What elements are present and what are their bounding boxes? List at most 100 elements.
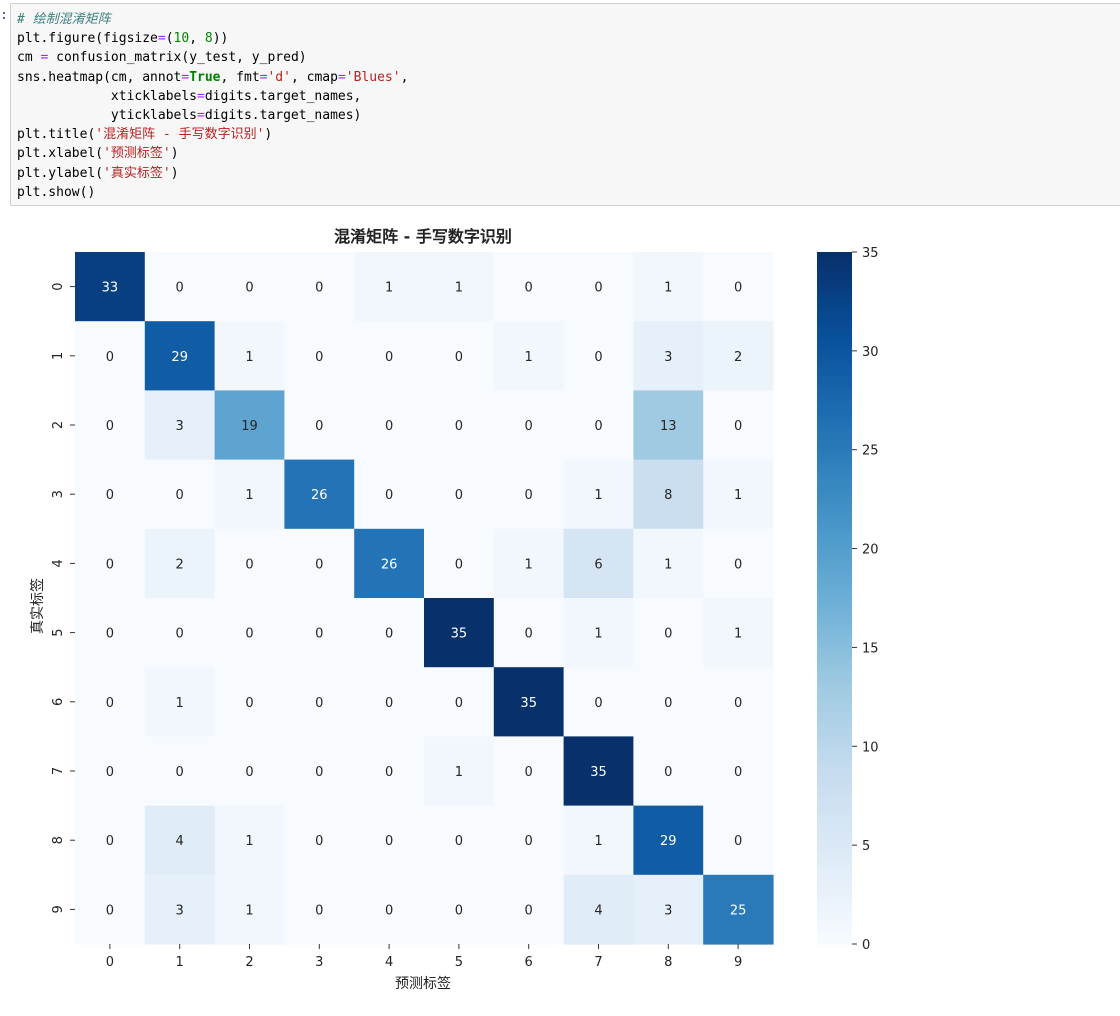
code-token: plt.ylabel( bbox=[17, 165, 104, 181]
colorbar-segment bbox=[817, 306, 852, 312]
colorbar-segment bbox=[817, 538, 852, 545]
colorbar-segment bbox=[817, 741, 852, 747]
code-token: '混淆矩阵 - 手写数字识别' bbox=[95, 127, 265, 143]
colorbar-segment bbox=[817, 622, 852, 629]
cell-annotation: 0 bbox=[594, 696, 602, 711]
cell-annotation: 0 bbox=[664, 765, 672, 780]
x-tick-label: 5 bbox=[455, 955, 463, 970]
code-token: ) bbox=[264, 127, 273, 143]
code-token: # 绘制混淆矩阵 bbox=[17, 12, 111, 27]
colorbar-segment bbox=[817, 415, 852, 421]
colorbar-segment bbox=[817, 820, 852, 826]
colorbar-segment bbox=[817, 543, 852, 550]
colorbar-segment bbox=[817, 326, 852, 332]
y-tick-label: 4 bbox=[51, 559, 66, 567]
cell-annotation: 0 bbox=[734, 281, 742, 296]
colorbar-segment bbox=[817, 509, 852, 515]
colorbar-segment bbox=[817, 385, 852, 391]
cell-annotation: 26 bbox=[381, 557, 398, 572]
code-token: , bbox=[189, 31, 205, 47]
code-line: plt.ylabel('真实标签') bbox=[17, 164, 408, 183]
code-token: , bbox=[400, 69, 409, 85]
colorbar-segment bbox=[817, 780, 852, 787]
code-token: , fmt bbox=[220, 69, 260, 85]
cell-annotation: 0 bbox=[525, 627, 533, 642]
code-token: plt.show() bbox=[17, 184, 96, 200]
colorbar-segment bbox=[817, 810, 852, 817]
colorbar-segment bbox=[817, 400, 852, 406]
colorbar-tick-label: 20 bbox=[862, 543, 879, 558]
colorbar-segment bbox=[817, 464, 852, 471]
cell-annotation: 0 bbox=[664, 696, 672, 711]
colorbar-segment bbox=[817, 504, 852, 510]
code-line: plt.xlabel('预测标签') bbox=[17, 144, 408, 163]
code-token: , cmap bbox=[290, 69, 338, 85]
colorbar-segment bbox=[817, 701, 852, 708]
cell-annotation: 29 bbox=[660, 834, 677, 849]
cell-annotation: 6 bbox=[594, 557, 602, 572]
cell-annotation: 1 bbox=[594, 488, 602, 503]
colorbar-segment bbox=[817, 370, 852, 377]
cell-annotation: 0 bbox=[315, 557, 323, 572]
code-editor[interactable]: # 绘制混淆矩阵 plt.figure(figsize=(10, 8)) cm = … bbox=[17, 10, 408, 202]
cell-annotation: 0 bbox=[385, 903, 393, 918]
colorbar-segment bbox=[817, 652, 852, 658]
code-cell-input[interactable]: # 绘制混淆矩阵 plt.figure(figsize=(10, 8)) cm = … bbox=[10, 3, 1120, 206]
cell-annotation: 0 bbox=[106, 350, 114, 365]
x-tick-label: 6 bbox=[525, 955, 533, 970]
y-axis-label: 真实标签 bbox=[29, 578, 46, 634]
cell-annotation: 1 bbox=[734, 627, 742, 642]
cell-annotation: 0 bbox=[106, 903, 114, 918]
colorbar-segment bbox=[817, 766, 852, 772]
colorbar-segment bbox=[817, 331, 852, 337]
colorbar-segment bbox=[817, 657, 852, 663]
colorbar-segment bbox=[817, 934, 852, 940]
code-token: digits.target_names, bbox=[204, 88, 362, 104]
colorbar-segment bbox=[817, 568, 852, 574]
colorbar-segment bbox=[817, 869, 852, 876]
cell-annotation: 0 bbox=[385, 350, 393, 365]
colorbar-segment bbox=[817, 840, 852, 846]
colorbar-segment bbox=[817, 578, 852, 584]
colorbar-segment bbox=[817, 909, 852, 915]
colorbar-segment bbox=[817, 410, 852, 416]
colorbar-segment bbox=[817, 736, 852, 742]
colorbar-segment bbox=[817, 499, 852, 505]
code-token: = bbox=[337, 69, 346, 85]
colorbar-segment bbox=[817, 751, 852, 757]
cell-annotation: 1 bbox=[525, 350, 533, 365]
cell-annotation: 0 bbox=[734, 765, 742, 780]
colorbar-segment bbox=[817, 281, 852, 288]
colorbar-segment bbox=[817, 523, 852, 530]
cell-annotation: 0 bbox=[525, 834, 533, 849]
colorbar-segment bbox=[817, 682, 852, 688]
cell-annotation: 0 bbox=[664, 627, 672, 642]
cell-annotation: 3 bbox=[176, 903, 184, 918]
colorbar-segment bbox=[817, 830, 852, 836]
colorbar-segment bbox=[817, 785, 852, 792]
colorbar-segment bbox=[817, 929, 852, 935]
code-token: plt.xlabel( bbox=[17, 146, 104, 162]
colorbar-segment bbox=[817, 513, 852, 520]
y-tick-label: 8 bbox=[51, 836, 66, 844]
colorbar-segment bbox=[817, 598, 852, 604]
cell-output: 33 0 0 0 1 1 0 0 1 0 0 29 1 0 0 0 1 0 3 2 0 3 19 0 0 0 0 0 13 0 0 0 1 26 0… bbox=[0, 208, 1120, 1012]
cell-annotation: 0 bbox=[455, 350, 463, 365]
colorbar-segment bbox=[817, 939, 852, 945]
cell-annotation: 0 bbox=[106, 696, 114, 711]
cell-annotation: 0 bbox=[455, 903, 463, 918]
x-tick-label: 2 bbox=[245, 955, 253, 970]
y-tick-label: 0 bbox=[51, 282, 66, 290]
colorbar-segment bbox=[817, 756, 852, 762]
colorbar-segment bbox=[817, 380, 852, 387]
colorbar-segment bbox=[817, 355, 852, 362]
cell-annotation: 0 bbox=[315, 350, 323, 365]
code-line: sns.heatmap(cm, annot=True, fmt='d', cma… bbox=[17, 68, 408, 87]
cell-annotation: 0 bbox=[385, 765, 393, 780]
colorbar-segment bbox=[817, 617, 852, 624]
colorbar-segment bbox=[817, 375, 852, 382]
cell-annotation: 3 bbox=[664, 350, 672, 365]
cell-annotation: 1 bbox=[525, 557, 533, 572]
colorbar-segment bbox=[817, 252, 852, 258]
colorbar-segment bbox=[817, 691, 852, 698]
